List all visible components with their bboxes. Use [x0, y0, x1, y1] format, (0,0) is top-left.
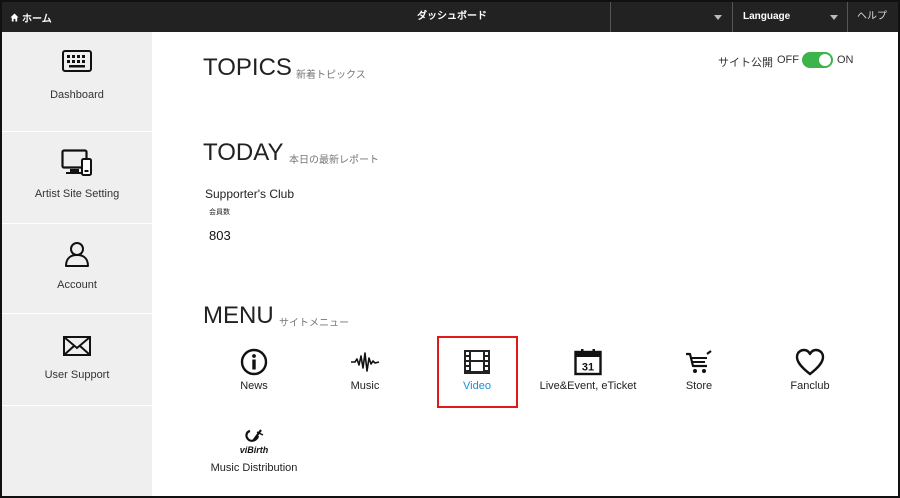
sidebar-item-dashboard[interactable]: Dashboard [2, 32, 152, 132]
top-bar: ホーム ダッシュボード Language ヘルプ [2, 2, 898, 32]
cart-icon [686, 350, 712, 373]
site-publish-label: サイト公開 [718, 57, 773, 69]
language-chevron-down-icon[interactable] [830, 15, 838, 20]
info-icon [240, 348, 268, 376]
menu-item-label: Store [685, 380, 713, 392]
sidebar-item-label: Artist Site Setting [34, 188, 120, 200]
app-window: ホーム ダッシュボード Language ヘルプ Dashboard Artis… [0, 0, 900, 498]
language-selector[interactable]: Language [743, 2, 790, 32]
toggle-off-label: OFF [777, 54, 799, 66]
vibirth-logo-text: viBirth [240, 445, 269, 455]
member-count-label: 会員数 [209, 209, 230, 216]
menu-item-label: Live&Event, eTicket [539, 380, 637, 392]
sidebar-item-artist-site-setting[interactable]: Artist Site Setting [2, 132, 152, 224]
envelope-icon [63, 336, 91, 356]
sidebar: Dashboard Artist Site Setting Account Us… [2, 32, 152, 496]
toggle-on-label: ON [837, 54, 854, 66]
menu-item-music-distribution[interactable]: viBirth Music Distribution [199, 428, 309, 478]
sidebar-item-label: User Support [44, 369, 110, 381]
heart-icon [795, 348, 825, 376]
menu-item-label: Music [350, 380, 380, 392]
topics-heading: TOPICS [203, 54, 292, 81]
sidebar-item-account[interactable]: Account [2, 224, 152, 314]
today-subtitle: 本日の最新レポート [289, 155, 379, 166]
menu-item-label: News [240, 380, 268, 392]
topics-subtitle: 新着トピックス [296, 70, 366, 81]
club-name: Supporter's Club [205, 187, 295, 201]
selection-highlight [437, 336, 518, 408]
menu-item-news[interactable]: News [199, 346, 309, 396]
user-icon [65, 242, 89, 267]
chevron-down-icon[interactable] [714, 15, 722, 20]
sidebar-item-user-support[interactable]: User Support [2, 314, 152, 406]
menu-item-live-event[interactable]: 31 Live&Event, eTicket [533, 346, 643, 396]
divider [610, 2, 611, 32]
menu-heading: MENU [203, 302, 274, 329]
divider [847, 2, 848, 32]
calendar-day-number: 31 [582, 362, 594, 374]
help-link[interactable]: ヘルプ [857, 2, 887, 32]
vibirth-logo-icon: viBirth [240, 429, 269, 455]
menu-item-fanclub[interactable]: Fanclub [755, 346, 865, 396]
member-count-value: 803 [209, 228, 231, 243]
menu-item-store[interactable]: Store [644, 346, 754, 396]
site-publish-toggle[interactable] [802, 52, 833, 68]
menu-item-label: Music Distribution [210, 462, 298, 474]
waveform-icon [351, 352, 380, 372]
sidebar-item-label: Account [57, 279, 97, 291]
divider [732, 2, 733, 32]
menu-subtitle: サイトメニュー [279, 318, 349, 329]
sidebar-item-label: Dashboard [50, 89, 104, 101]
today-heading: TODAY [203, 139, 284, 166]
calendar-icon: 31 [574, 349, 602, 376]
toggle-knob [819, 54, 831, 66]
menu-item-label: Fanclub [790, 380, 830, 392]
menu-item-music[interactable]: Music [310, 346, 420, 396]
keyboard-icon [62, 50, 92, 72]
devices-icon [61, 149, 92, 176]
